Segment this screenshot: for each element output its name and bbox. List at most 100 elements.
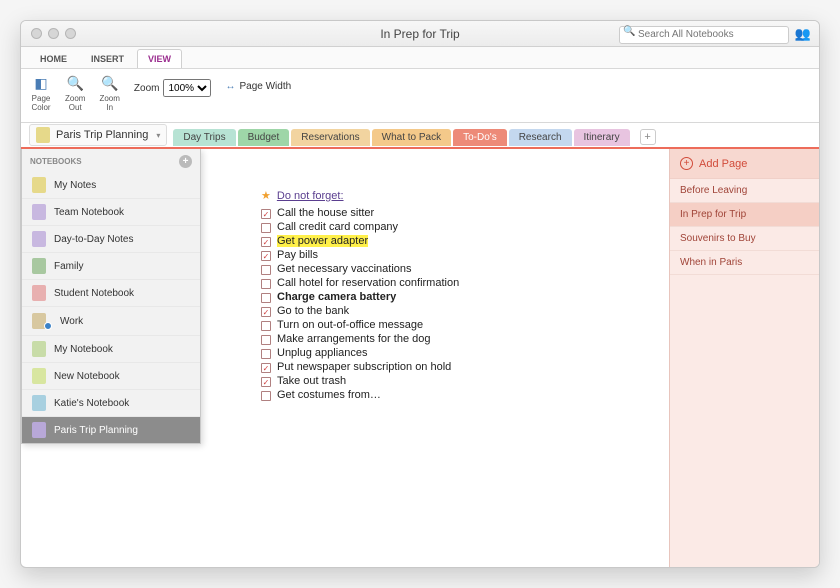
page-item[interactable]: Souvenirs to Buy xyxy=(670,227,819,251)
menu-tab-home[interactable]: HOME xyxy=(29,49,78,68)
notebook-icon xyxy=(32,368,46,384)
notebook-item[interactable]: Day-to-Day Notes xyxy=(22,226,200,253)
checkbox-icon[interactable]: ✓ xyxy=(261,363,271,373)
section-tab[interactable]: Reservations xyxy=(291,129,369,146)
section-tab[interactable]: Day Trips xyxy=(173,129,235,146)
notebook-icon xyxy=(32,231,46,247)
section-tab[interactable]: To-Do's xyxy=(453,129,507,146)
checkbox-icon[interactable]: ✓ xyxy=(261,251,271,261)
notebook-item[interactable]: Work xyxy=(22,307,200,336)
notebook-item[interactable]: My Notebook xyxy=(22,336,200,363)
notebook-item[interactable]: Paris Trip Planning xyxy=(22,417,200,443)
checkbox-icon[interactable] xyxy=(261,391,271,401)
section-tab[interactable]: Itinerary xyxy=(574,129,630,146)
notebook-label: Family xyxy=(54,261,83,272)
notebook-icon xyxy=(32,258,46,274)
notebook-label: New Notebook xyxy=(54,371,120,382)
todo-item[interactable]: Call credit card company xyxy=(261,220,649,234)
todo-item[interactable]: ✓Pay bills xyxy=(261,248,649,262)
checkbox-icon[interactable] xyxy=(261,223,271,233)
todo-text: Go to the bank xyxy=(277,305,349,317)
zoom-select[interactable]: 100% xyxy=(163,79,211,97)
notebook-item[interactable]: Katie's Notebook xyxy=(22,390,200,417)
page-width-icon: ↔ xyxy=(225,81,235,92)
page-item[interactable]: In Prep for Trip xyxy=(670,203,819,227)
menu-tab-insert[interactable]: INSERT xyxy=(80,49,135,68)
search-input[interactable] xyxy=(619,26,789,44)
checkbox-icon[interactable]: ✓ xyxy=(261,307,271,317)
todo-text: Get necessary vaccinations xyxy=(277,263,412,275)
search-icon: 🔍 xyxy=(623,26,635,37)
todo-item[interactable]: Make arrangements for the dog xyxy=(261,332,649,346)
notebook-label: My Notes xyxy=(54,180,96,191)
checkbox-icon[interactable]: ✓ xyxy=(261,377,271,387)
todo-text: Get costumes from… xyxy=(277,389,381,401)
notebook-icon xyxy=(36,127,50,143)
add-section-button[interactable]: + xyxy=(640,129,656,145)
notebook-label: My Notebook xyxy=(54,344,113,355)
checkbox-icon[interactable] xyxy=(261,321,271,331)
todo-text: Turn on out-of-office message xyxy=(277,319,423,331)
notebook-label: Paris Trip Planning xyxy=(54,425,138,436)
notebook-label: Team Notebook xyxy=(54,207,124,218)
todo-text: Make arrangements for the dog xyxy=(277,333,430,345)
todo-item[interactable]: Unplug appliances xyxy=(261,346,649,360)
todo-item[interactable]: ✓Take out trash xyxy=(261,374,649,388)
page-item[interactable]: When in Paris xyxy=(670,251,819,275)
notebook-label: Student Notebook xyxy=(54,288,134,299)
checkbox-icon[interactable]: ✓ xyxy=(261,237,271,247)
todo-item[interactable]: Charge camera battery xyxy=(261,290,649,304)
star-icon: ★ xyxy=(261,189,271,202)
zoom-out-button[interactable]: 🔍 Zoom Out xyxy=(65,73,85,113)
menu-tab-view[interactable]: VIEW xyxy=(137,49,182,68)
checkbox-icon[interactable] xyxy=(261,349,271,359)
checkbox-icon[interactable] xyxy=(261,265,271,275)
page-color-icon: ◧ xyxy=(31,73,51,93)
notebook-selector[interactable]: Paris Trip Planning ▾ xyxy=(29,124,167,146)
zoom-in-icon: 🔍 xyxy=(100,73,120,93)
checkbox-icon[interactable]: ✓ xyxy=(261,209,271,219)
section-tab[interactable]: Budget xyxy=(238,129,290,146)
section-bar: Paris Trip Planning ▾ Day TripsBudgetRes… xyxy=(21,123,819,149)
todo-item[interactable]: ✓Call the house sitter xyxy=(261,206,649,220)
pages-panel: + Add Page Before LeavingIn Prep for Tri… xyxy=(669,149,819,567)
todo-item[interactable]: ✓Get power adapter xyxy=(261,234,649,248)
todo-item[interactable]: ✓ Put newspaper subscription on hold xyxy=(261,360,649,374)
todo-item[interactable]: Call hotel for reservation confirmation xyxy=(261,276,649,290)
notebooks-panel: NOTEBOOKS + My NotesTeam NotebookDay-to-… xyxy=(21,149,201,444)
zoom-in-button[interactable]: 🔍 Zoom In xyxy=(99,73,119,113)
notebook-icon xyxy=(32,395,46,411)
notebook-item[interactable]: Family xyxy=(22,253,200,280)
todo-text: Put newspaper subscription on hold xyxy=(277,361,451,373)
checkbox-icon[interactable] xyxy=(261,279,271,289)
note-heading: Do not forget: xyxy=(277,190,344,202)
app-window: In Prep for Trip 🔍 👥 HOMEINSERTVIEW ◧ Pa… xyxy=(20,20,820,568)
todo-item[interactable]: ✓ Go to the bank xyxy=(261,304,649,318)
notebook-item[interactable]: New Notebook xyxy=(22,363,200,390)
page-color-button[interactable]: ◧ Page Color xyxy=(31,73,51,113)
todo-text: Call hotel for reservation confirmation xyxy=(277,277,459,289)
notebook-icon xyxy=(32,422,46,438)
notebook-label: Day-to-Day Notes xyxy=(54,234,133,245)
notebook-item[interactable]: My Notes xyxy=(22,172,200,199)
zoom-control: Zoom 100% xyxy=(134,79,212,97)
section-tab[interactable]: What to Pack xyxy=(372,129,451,146)
todo-item[interactable]: Get necessary vaccinations xyxy=(261,262,649,276)
notebook-item[interactable]: Team Notebook xyxy=(22,199,200,226)
todo-text: Charge camera battery xyxy=(277,291,396,303)
notebook-selector-label: Paris Trip Planning xyxy=(56,129,148,141)
notebook-icon xyxy=(32,177,46,193)
checkbox-icon[interactable] xyxy=(261,335,271,345)
share-users-icon[interactable]: 👥 xyxy=(795,26,811,42)
notebook-item[interactable]: Student Notebook xyxy=(22,280,200,307)
page-item[interactable]: Before Leaving xyxy=(670,179,819,203)
checkbox-icon[interactable] xyxy=(261,293,271,303)
todo-text: Unplug appliances xyxy=(277,347,368,359)
add-page-button[interactable]: + Add Page xyxy=(670,149,819,179)
todo-item[interactable]: Turn on out-of-office message xyxy=(261,318,649,332)
menu-tabs: HOMEINSERTVIEW xyxy=(21,47,819,69)
add-notebook-button[interactable]: + xyxy=(179,155,192,168)
todo-item[interactable]: Get costumes from… xyxy=(261,388,649,402)
page-width-button[interactable]: ↔ Page Width xyxy=(225,81,291,92)
section-tab[interactable]: Research xyxy=(509,129,572,146)
